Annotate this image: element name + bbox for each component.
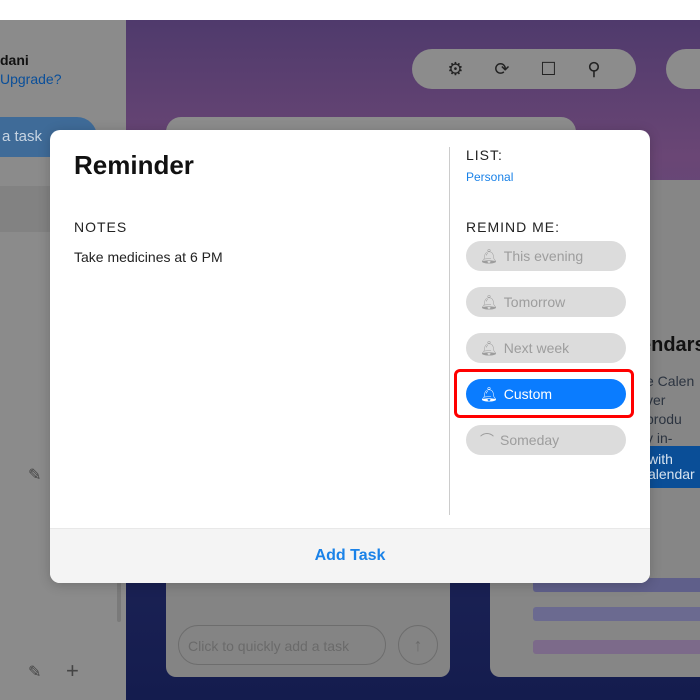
add-task-button[interactable]: Add Task [50, 528, 650, 583]
reminder-dialog: Reminder NOTES Take medicines at 6 PM LI… [50, 130, 650, 583]
notes-field[interactable]: Take medicines at 6 PM [74, 249, 223, 265]
remind-next-week-button[interactable]: 🔔︎ Next week [466, 333, 626, 363]
list-label: LIST: [466, 147, 503, 163]
user-name: dani [0, 52, 29, 68]
sync-icon[interactable]: ⟳ [494, 59, 509, 80]
bell-icon: 🔔︎ [480, 339, 498, 356]
send-arrow-button[interactable]: ↑ [398, 625, 438, 665]
toolbar-secondary[interactable] [666, 49, 700, 89]
plus-icon[interactable]: + [66, 658, 79, 684]
search-icon[interactable]: ⚲ [587, 59, 600, 80]
dialog-title: Reminder [74, 150, 194, 180]
calendar-bar [533, 640, 700, 654]
bell-icon: 🔔︎ [480, 247, 498, 264]
upgrade-link[interactable]: Upgrade? [0, 71, 62, 87]
bell-icon: 🔔︎ [480, 293, 498, 310]
calendar-bar [533, 607, 700, 621]
toolbar: ⚙ ⟳ ☐ ⚲ [412, 49, 636, 89]
highlight-box [454, 369, 634, 418]
pencil-icon[interactable]: ✎ [28, 662, 41, 682]
gear-icon[interactable]: ⚙ [447, 59, 463, 80]
divider [449, 147, 450, 515]
quick-add-input[interactable]: Click to quickly add a task [178, 625, 386, 665]
remind-tomorrow-button[interactable]: 🔔︎ Tomorrow [466, 287, 626, 317]
list-selector[interactable]: Personal [466, 170, 513, 184]
remind-me-label: REMIND ME: [466, 219, 560, 235]
notes-label: NOTES [74, 219, 128, 235]
remind-someday-button[interactable]: ⌒ Someday [466, 425, 626, 455]
pencil-icon[interactable]: ✎ [28, 465, 41, 485]
rainbow-icon: ⌒ [480, 432, 494, 448]
remind-this-evening-button[interactable]: 🔔︎ This evening [466, 241, 626, 271]
top-strip [0, 0, 700, 20]
square-icon[interactable]: ☐ [540, 59, 556, 80]
scrollbar[interactable] [117, 582, 121, 622]
